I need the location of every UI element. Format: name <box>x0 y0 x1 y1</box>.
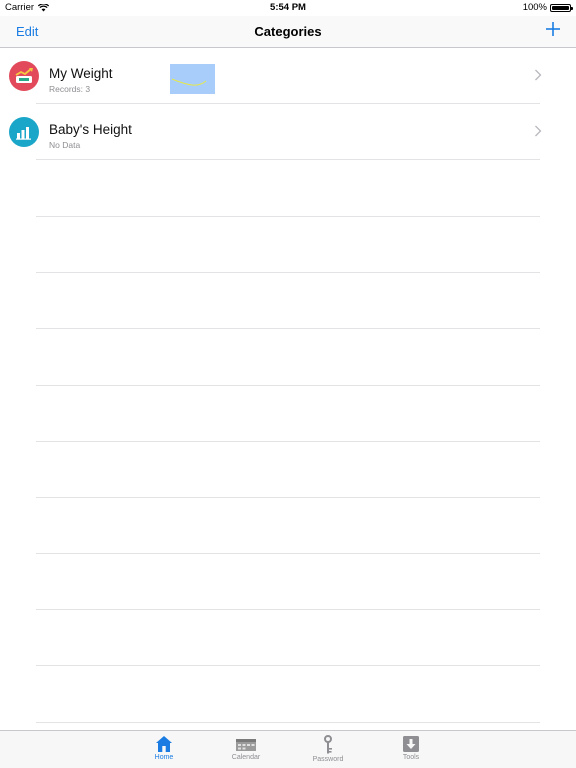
bar-chart-icon <box>9 117 39 147</box>
category-row-my-weight[interactable]: My Weight Records: 3 <box>0 48 576 104</box>
empty-row-separator <box>36 272 540 273</box>
empty-row-separator <box>36 609 540 610</box>
status-right: 100% <box>522 2 573 13</box>
weight-trend-thumbnail <box>170 64 215 94</box>
tab-calendar[interactable]: Calendar <box>216 733 276 767</box>
category-title: My Weight <box>49 66 113 81</box>
tab-label: Password <box>312 756 344 763</box>
category-subtitle: No Data <box>49 140 81 150</box>
key-icon <box>324 735 332 754</box>
empty-row-separator <box>36 441 540 442</box>
category-list: My Weight Records: 3 Baby's Height No Da… <box>0 48 576 730</box>
empty-row-separator <box>36 553 540 554</box>
home-icon <box>156 736 172 752</box>
download-icon <box>403 736 419 752</box>
tab-label: Calendar <box>231 754 261 761</box>
tab-bar: Home Calendar Password Tools <box>0 730 576 768</box>
tab-home[interactable]: Home <box>134 733 194 767</box>
battery-percent: 100% <box>522 2 547 13</box>
navigation-bar: Edit Categories <box>0 16 576 48</box>
tab-label: Tools <box>402 754 420 761</box>
empty-row-separator <box>36 328 540 329</box>
plus-icon[interactable] <box>544 20 562 38</box>
category-title: Baby's Height <box>49 122 132 137</box>
tab-tools[interactable]: Tools <box>381 733 441 767</box>
empty-row-separator <box>36 216 540 217</box>
page-title: Categories <box>254 24 322 39</box>
status-time: 5:54 PM <box>270 2 306 13</box>
row-separator <box>36 159 540 160</box>
tab-label: Home <box>154 754 174 761</box>
empty-row-separator <box>36 722 540 723</box>
chevron-right-icon <box>535 125 542 137</box>
tab-password[interactable]: Password <box>298 733 358 767</box>
empty-row-separator <box>36 665 540 666</box>
category-subtitle: Records: 3 <box>49 84 91 94</box>
category-row-babys-height[interactable]: Baby's Height No Data <box>0 104 576 160</box>
status-bar: Carrier 5:54 PM 100% <box>0 0 576 16</box>
empty-row-separator <box>36 385 540 386</box>
empty-row-separator <box>36 497 540 498</box>
weight-scale-icon <box>9 61 39 91</box>
battery-icon <box>550 3 573 12</box>
chevron-right-icon <box>535 69 542 81</box>
calendar-icon <box>236 739 256 751</box>
